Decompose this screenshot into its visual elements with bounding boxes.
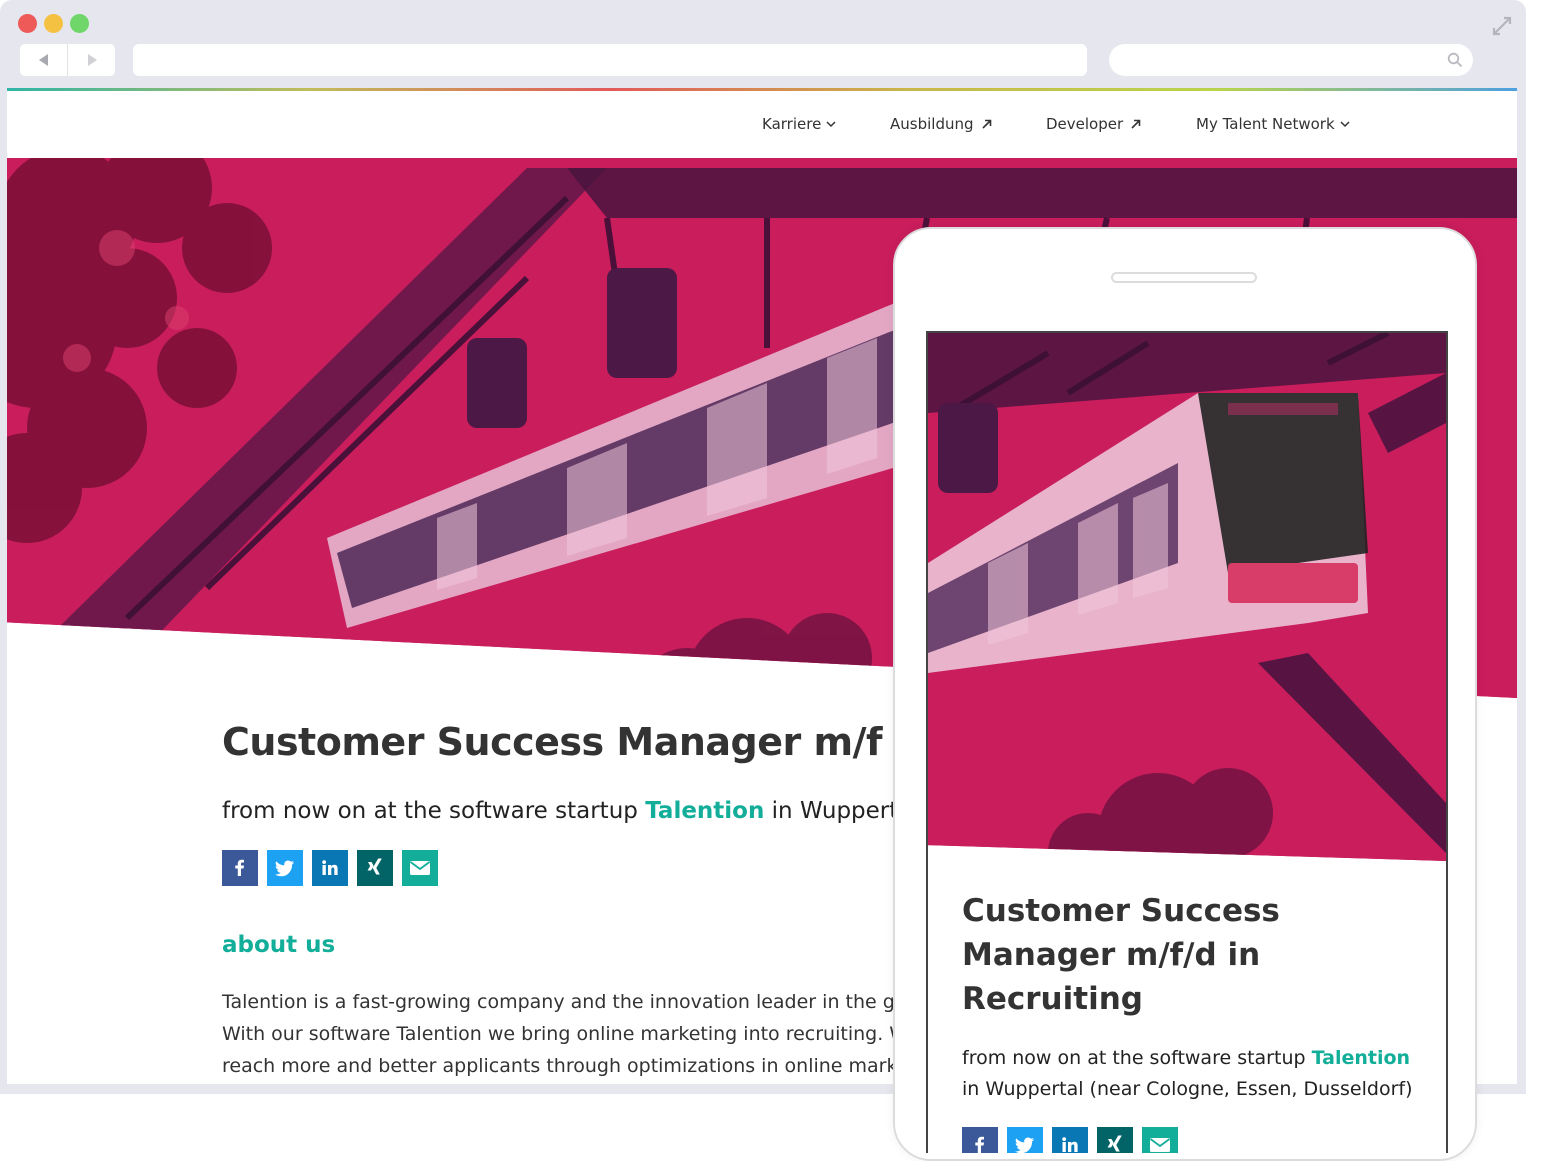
mobile-mockup: Customer Success Manager m/f/d in Recrui… bbox=[893, 227, 1477, 1161]
mobile-job-subtitle: from now on at the software startup Tale… bbox=[962, 1043, 1432, 1105]
facebook-icon bbox=[235, 859, 244, 876]
nav-item-karriere[interactable]: Karriere bbox=[762, 113, 837, 135]
suspension-railway-closeup-illustration bbox=[928, 333, 1446, 861]
arrow-up-right-icon bbox=[981, 119, 991, 129]
about-line: With our software Talention we bring onl… bbox=[222, 1023, 919, 1045]
subtitle-prefix: from now on at the software startup bbox=[222, 798, 638, 824]
job-content: Customer Success Manager m/f from now on… bbox=[222, 720, 982, 1082]
maximize-window-button[interactable] bbox=[70, 14, 89, 33]
arrow-up-right-icon bbox=[1131, 119, 1141, 129]
mobile-hero-image bbox=[928, 333, 1446, 861]
fullscreen-icon[interactable] bbox=[1490, 14, 1514, 38]
email-icon bbox=[409, 861, 431, 875]
mobile-job-title: Customer Success Manager m/f/d in Recrui… bbox=[962, 893, 1280, 1017]
nav-item-label: Developer bbox=[1046, 115, 1124, 133]
subtitle-suffix: in Wuppertal (near Cologne, Essen, Dusse… bbox=[962, 1078, 1413, 1100]
nav-item-label: Ausbildung bbox=[890, 115, 974, 133]
share-linkedin-button[interactable] bbox=[312, 850, 348, 886]
mobile-share-buttons bbox=[962, 1127, 1432, 1153]
twitter-icon bbox=[1015, 1137, 1034, 1153]
site-header: Karriere Ausbildung Developer My Talent … bbox=[7, 91, 1517, 158]
about-heading: about us bbox=[222, 932, 336, 958]
share-buttons bbox=[222, 850, 982, 886]
nav-item-ausbildung[interactable]: Ausbildung bbox=[890, 113, 994, 135]
share-twitter-button[interactable] bbox=[267, 850, 303, 886]
linkedin-icon bbox=[322, 860, 338, 875]
search-icon bbox=[1447, 52, 1463, 68]
phone-speaker bbox=[1111, 272, 1257, 283]
job-title: Customer Success Manager m/f bbox=[222, 720, 882, 764]
mobile-screen: Customer Success Manager m/f/d in Recrui… bbox=[926, 331, 1448, 1153]
back-button[interactable] bbox=[20, 44, 67, 76]
email-icon bbox=[1149, 1138, 1171, 1152]
share-linkedin-button[interactable] bbox=[1052, 1127, 1088, 1153]
chevron-down-icon bbox=[1340, 121, 1350, 128]
chevron-down-icon bbox=[826, 121, 836, 128]
minimize-window-button[interactable] bbox=[44, 14, 63, 33]
forward-arrow-icon bbox=[87, 54, 97, 66]
nav-item-my-talent-network[interactable]: My Talent Network bbox=[1196, 113, 1351, 135]
xing-icon bbox=[1107, 1135, 1122, 1152]
share-email-button[interactable] bbox=[402, 850, 438, 886]
share-xing-button[interactable] bbox=[357, 850, 393, 886]
company-link[interactable]: Talention bbox=[1312, 1047, 1410, 1069]
job-subtitle: from now on at the software startup Tale… bbox=[222, 798, 982, 824]
share-twitter-button[interactable] bbox=[1007, 1127, 1043, 1153]
nav-item-developer[interactable]: Developer bbox=[1046, 113, 1143, 135]
share-xing-button[interactable] bbox=[1097, 1127, 1133, 1153]
address-bar[interactable] bbox=[133, 44, 1087, 76]
history-buttons bbox=[20, 44, 115, 76]
browser-search-field[interactable] bbox=[1109, 44, 1473, 76]
about-paragraph: Talention is a fast-growing company and … bbox=[222, 986, 919, 1082]
forward-button[interactable] bbox=[67, 44, 115, 76]
mobile-job-content: Customer Success Manager m/f/d in Recrui… bbox=[962, 889, 1432, 1153]
about-line: reach more and better applicants through… bbox=[222, 1055, 916, 1077]
linkedin-icon bbox=[1062, 1137, 1078, 1152]
nav-item-label: Karriere bbox=[762, 115, 822, 133]
facebook-icon bbox=[975, 1136, 984, 1153]
share-facebook-button[interactable] bbox=[962, 1127, 998, 1153]
company-link[interactable]: Talention bbox=[645, 798, 764, 824]
about-line: Talention is a fast-growing company and … bbox=[222, 991, 914, 1013]
xing-icon bbox=[367, 858, 382, 875]
subtitle-prefix: from now on at the software startup bbox=[962, 1047, 1306, 1069]
twitter-icon bbox=[275, 860, 294, 877]
share-facebook-button[interactable] bbox=[222, 850, 258, 886]
share-email-button[interactable] bbox=[1142, 1127, 1178, 1153]
close-window-button[interactable] bbox=[18, 14, 37, 33]
back-arrow-icon bbox=[38, 54, 48, 66]
nav-item-label: My Talent Network bbox=[1196, 115, 1335, 133]
